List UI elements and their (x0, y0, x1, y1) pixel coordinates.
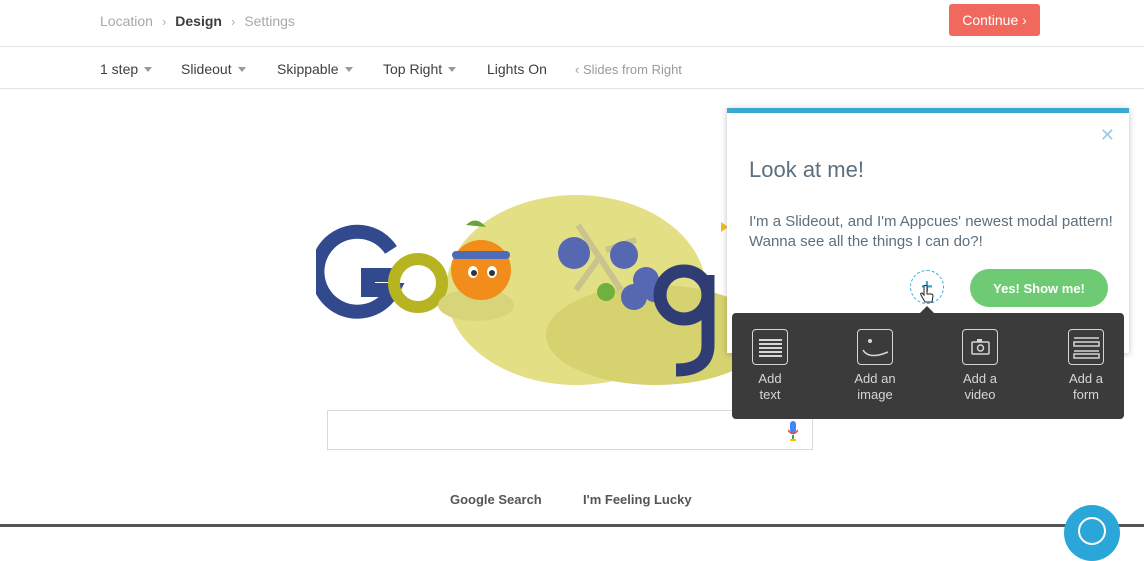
caret-down-icon (237, 66, 246, 72)
add-form-label-2: form (1073, 387, 1099, 402)
skippable-dropdown[interactable]: Skippable (277, 61, 353, 77)
image-icon (857, 329, 893, 365)
breadcrumb: Location › Design › Settings (100, 13, 295, 29)
microphone-icon[interactable] (788, 421, 798, 441)
breadcrumb-settings[interactable]: Settings (244, 13, 295, 29)
hand-cursor-icon (920, 285, 934, 303)
animation-option[interactable]: ‹ Slides from Right (575, 62, 682, 77)
position-dropdown[interactable]: Top Right (383, 61, 457, 77)
form-icon (1068, 329, 1104, 365)
options-bar: 1 step Slideout Skippable Top Right Ligh… (0, 48, 1144, 89)
chat-icon (1078, 517, 1106, 545)
lights-toggle[interactable]: Lights On (487, 61, 547, 77)
add-video-option[interactable]: Add a video (950, 329, 1010, 403)
add-form-option[interactable]: Add a form (1056, 329, 1116, 403)
add-content-menu: Add text Add an image Add a video Add a … (732, 306, 1124, 419)
text-icon (752, 329, 788, 365)
type-label: Slideout (181, 61, 232, 77)
add-video-label-2: video (964, 387, 996, 402)
close-icon[interactable]: ✕ (1100, 126, 1115, 144)
breadcrumb-location[interactable]: Location (100, 13, 153, 29)
breadcrumb-design[interactable]: Design (175, 13, 222, 29)
skippable-label: Skippable (277, 61, 339, 77)
add-video-label-1: Add a (963, 371, 997, 386)
add-image-label-2: image (857, 387, 893, 402)
feeling-lucky-button[interactable]: I'm Feeling Lucky (583, 492, 692, 507)
google-doodle (316, 195, 766, 385)
video-icon (962, 329, 998, 365)
google-search-button[interactable]: Google Search (450, 492, 542, 507)
add-form-label-1: Add a (1069, 371, 1103, 386)
chevron-right-icon: › (230, 13, 236, 29)
animation-label: ‹ Slides from Right (575, 62, 682, 77)
modal-body[interactable]: I'm a Slideout, and I'm Appcues' newest … (749, 212, 1119, 252)
help-chat-button[interactable] (1064, 505, 1120, 561)
yes-show-me-button[interactable]: Yes! Show me! (970, 269, 1108, 307)
add-text-label-1: Add (758, 371, 782, 386)
modal-title[interactable]: Look at me! (749, 157, 864, 183)
add-text-option[interactable]: Add text (740, 329, 800, 403)
add-image-label-1: Add an (854, 371, 896, 386)
chevron-right-icon: › (161, 13, 167, 29)
steps-label: 1 step (100, 61, 139, 77)
add-text-label-2: text (759, 387, 781, 402)
top-bar: Location › Design › Settings Continue › (0, 0, 1144, 47)
add-image-option[interactable]: Add an image (845, 329, 905, 403)
caret-down-icon (448, 66, 457, 72)
steps-dropdown[interactable]: 1 step (100, 61, 153, 77)
lights-label: Lights On (487, 61, 547, 77)
tooltip-arrow (919, 306, 935, 314)
type-dropdown[interactable]: Slideout (181, 61, 246, 77)
caret-down-icon (144, 66, 153, 72)
continue-button[interactable]: Continue › (949, 4, 1040, 36)
caret-down-icon (344, 66, 353, 72)
position-label: Top Right (383, 61, 443, 77)
